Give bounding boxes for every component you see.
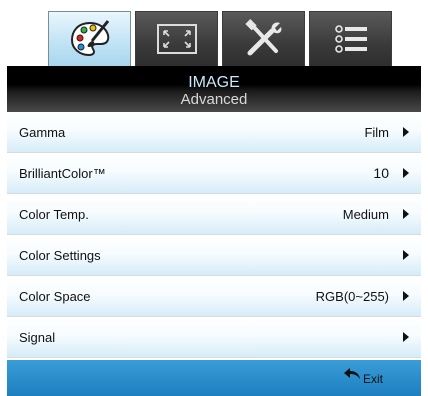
back-arrow-icon[interactable] [343,368,361,380]
menu-item-label: Color Space [19,289,91,304]
menu-item-value: Film [364,125,389,140]
tools-icon [244,19,281,56]
page-subtitle: Advanced [180,91,248,108]
palette-icon [70,20,109,57]
arrow-right-icon [403,127,409,137]
screen-corners-icon [156,24,197,54]
menu-item-label: BrilliantColor™ [19,166,106,181]
menu-item-label: Signal [19,330,56,345]
tab-setup[interactable] [222,11,305,66]
tab-image[interactable] [48,11,131,66]
menu-item-signal[interactable]: Signal [7,317,421,358]
tab-options[interactable] [309,11,392,66]
menu-item-color-settings[interactable]: Color Settings [7,235,421,276]
menu-item-value: Medium [342,207,389,222]
arrow-right-icon [403,250,409,260]
menu-header: IMAGE Advanced [7,66,421,112]
page-title: IMAGE [188,74,240,91]
menu-item-label: Color Temp. [19,207,89,222]
menu-item-gamma[interactable]: Gamma Film [7,112,421,153]
menu-item-label: Color Settings [19,248,101,263]
tab-bar [48,11,392,66]
arrow-right-icon [403,332,409,342]
list-icon [334,25,367,53]
menu-item-value: RGB(0~255) [315,289,389,304]
arrow-right-icon [403,209,409,219]
menu-item-value: 10 [373,165,389,181]
menu-item-label: Gamma [19,125,66,140]
menu-item-color-space[interactable]: Color Space RGB(0~255) [7,276,421,317]
arrow-right-icon [403,168,409,178]
menu-item-color-temp[interactable]: Color Temp. Medium [7,194,421,235]
exit-button[interactable]: Exit [363,372,383,386]
arrow-right-icon [403,291,409,301]
tab-display[interactable] [135,11,218,66]
menu-list: Gamma Film BrilliantColor™ 10 Color Temp… [7,112,421,358]
menu-item-brilliantcolor[interactable]: BrilliantColor™ 10 [7,153,421,194]
footer-bar: Exit [7,360,421,396]
